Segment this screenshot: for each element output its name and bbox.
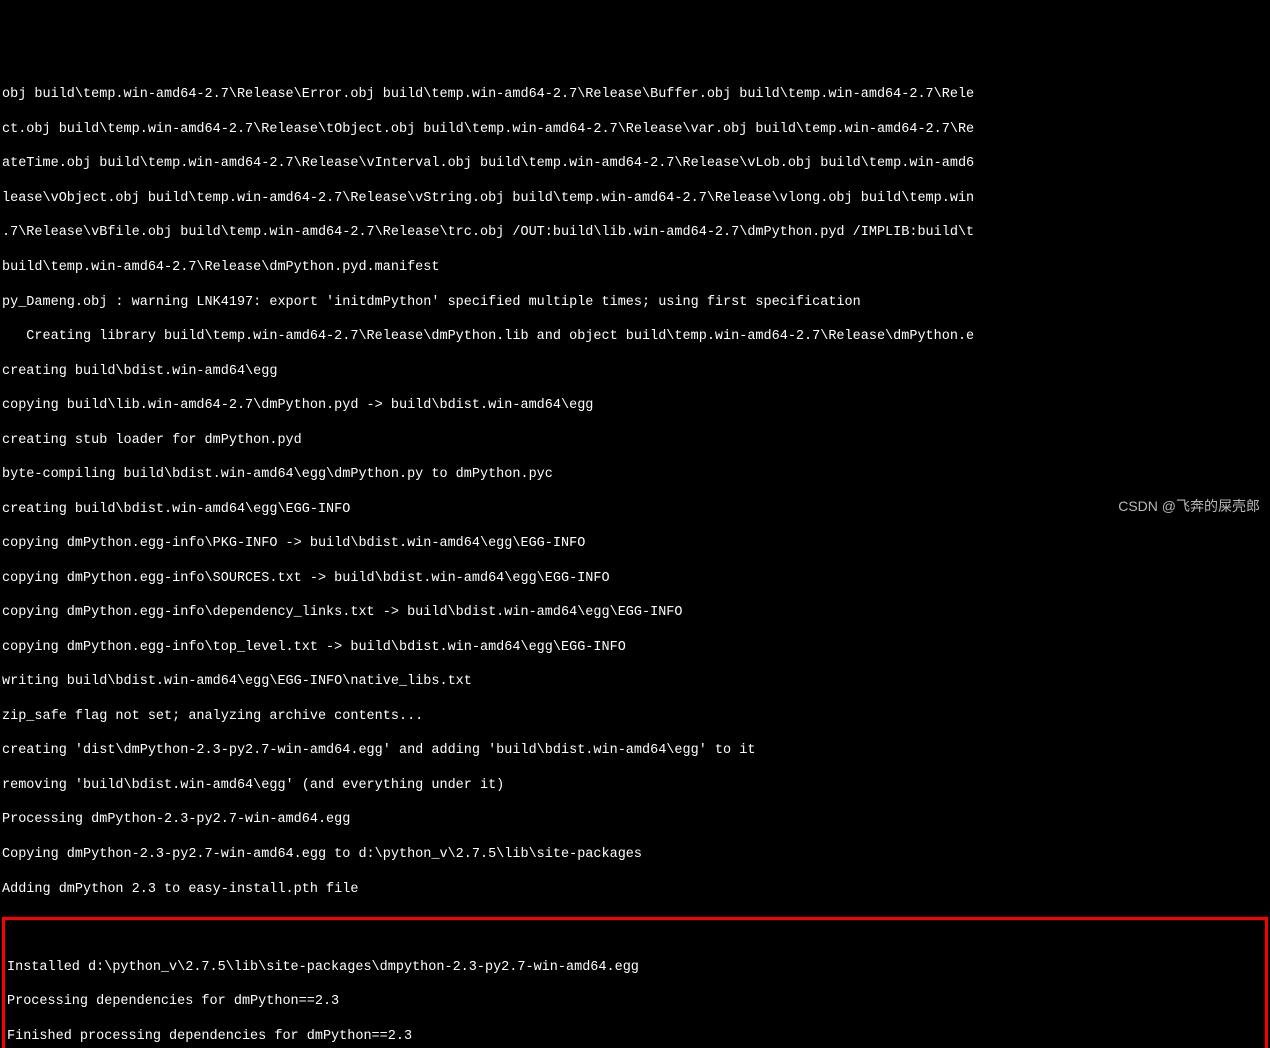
output-line: copying dmPython.egg-info\SOURCES.txt ->… [2, 570, 1268, 587]
output-line: Adding dmPython 2.3 to easy-install.pth … [2, 881, 1268, 898]
output-line: ateTime.obj build\temp.win-amd64-2.7\Rel… [2, 155, 1268, 172]
output-line: creating build\bdist.win-amd64\egg\EGG-I… [2, 501, 1268, 518]
output-line: copying dmPython.egg-info\top_level.txt … [2, 639, 1268, 656]
output-line: byte-compiling build\bdist.win-amd64\egg… [2, 466, 1268, 483]
output-line: obj build\temp.win-amd64-2.7\Release\Err… [2, 86, 1268, 103]
output-line: creating 'dist\dmPython-2.3-py2.7-win-am… [2, 742, 1268, 759]
output-line: removing 'build\bdist.win-amd64\egg' (an… [2, 777, 1268, 794]
terminal-output: obj build\temp.win-amd64-2.7\Release\Err… [0, 69, 1270, 1048]
watermark-text: CSDN @飞奔的屎壳郎 [1118, 498, 1260, 516]
output-line: Processing dmPython-2.3-py2.7-win-amd64.… [2, 811, 1268, 828]
output-line: build\temp.win-amd64-2.7\Release\dmPytho… [2, 259, 1268, 276]
output-line: .7\Release\vBfile.obj build\temp.win-amd… [2, 224, 1268, 241]
output-line: zip_safe flag not set; analyzing archive… [2, 708, 1268, 725]
output-line: copying dmPython.egg-info\PKG-INFO -> bu… [2, 535, 1268, 552]
output-line: Processing dependencies for dmPython==2.… [7, 993, 1263, 1010]
output-line: ct.obj build\temp.win-amd64-2.7\Release\… [2, 121, 1268, 138]
output-line: Finished processing dependencies for dmP… [7, 1028, 1263, 1045]
output-line: Copying dmPython-2.3-py2.7-win-amd64.egg… [2, 846, 1268, 863]
output-line: lease\vObject.obj build\temp.win-amd64-2… [2, 190, 1268, 207]
output-line: copying build\lib.win-amd64-2.7\dmPython… [2, 397, 1268, 414]
output-line: creating build\bdist.win-amd64\egg [2, 363, 1268, 380]
output-line: Installed d:\python_v\2.7.5\lib\site-pac… [7, 959, 1263, 976]
highlighted-success-box: Installed d:\python_v\2.7.5\lib\site-pac… [2, 917, 1268, 1048]
output-line: creating stub loader for dmPython.pyd [2, 432, 1268, 449]
output-line: py_Dameng.obj : warning LNK4197: export … [2, 294, 1268, 311]
output-line: writing build\bdist.win-amd64\egg\EGG-IN… [2, 673, 1268, 690]
output-line: Creating library build\temp.win-amd64-2.… [2, 328, 1268, 345]
output-line: copying dmPython.egg-info\dependency_lin… [2, 604, 1268, 621]
